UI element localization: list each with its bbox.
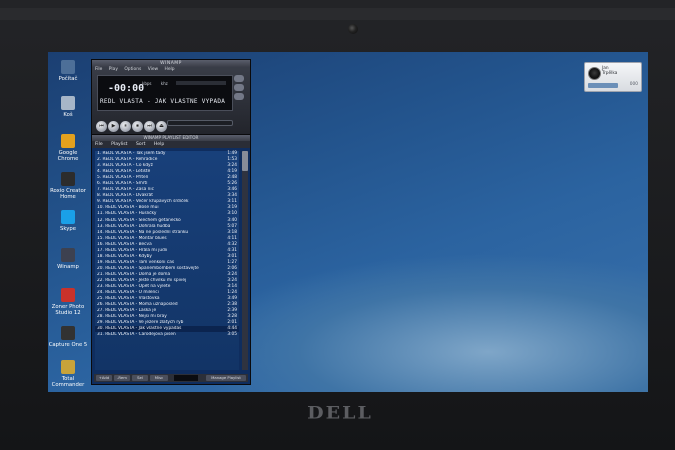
- play-button[interactable]: ▶: [108, 121, 119, 132]
- winamp-main-window[interactable]: WINAMP File Play Options View Help -00:0…: [91, 59, 251, 136]
- user-tile-widget[interactable]: Jan Trpělka 000: [584, 62, 642, 92]
- winamp-menu-file[interactable]: File: [95, 67, 102, 72]
- winamp-menu-view[interactable]: View: [148, 67, 158, 72]
- roxio-icon: [61, 172, 75, 186]
- winamp-menu-play[interactable]: Play: [109, 67, 118, 72]
- winamp-seek-bar[interactable]: [167, 120, 233, 126]
- desktop-icon-label: Zoner Photo Studio 12: [51, 304, 85, 317]
- playlist-add-button[interactable]: +Add: [96, 375, 112, 381]
- stop-button[interactable]: ⏹: [132, 121, 143, 132]
- playlist-misc-button[interactable]: Misc: [150, 375, 168, 381]
- winamp-eq-toggle[interactable]: [234, 75, 244, 82]
- bezel-top-edge: [0, 8, 675, 20]
- desktop-icon-label: Capture One 5: [48, 342, 88, 348]
- track-title: 31. REDL VLASTA - Carodejova pisen: [97, 332, 176, 338]
- playlist-time-display: [174, 375, 198, 381]
- desktop-icon-zoner[interactable]: Zoner Photo Studio 12: [48, 288, 88, 316]
- desktop-icon-total-commander[interactable]: Total Commander: [48, 360, 88, 388]
- capture-one-icon: [61, 326, 75, 340]
- winamp-kbps: kbps khz: [142, 81, 168, 86]
- playlist-menu-file[interactable]: File: [95, 142, 103, 147]
- winamp-side-buttons: [234, 75, 246, 102]
- playlist-track-list: 1. REDL VLASTA - Tak jsem tady 1:49 2. RED…: [95, 151, 239, 370]
- winamp-menu-bar: File Play Options View Help: [92, 67, 250, 73]
- winamp-kbps-label: kbps: [142, 81, 152, 86]
- winamp-display: -00:00 kbps khz REDL VLASTA - JAK VLASTN…: [97, 75, 233, 111]
- playlist-menu-help[interactable]: Help: [154, 142, 164, 147]
- desktop-icon-label: Winamp: [57, 264, 79, 270]
- playlist-menu-sort[interactable]: Sort: [136, 142, 145, 147]
- user-count: 000: [629, 82, 638, 87]
- desktop-icon-recycle-bin[interactable]: Koš: [48, 96, 88, 118]
- desktop-icon-winamp[interactable]: Winamp: [48, 248, 88, 270]
- winamp-playlist-window[interactable]: WINAMP PLAYLIST EDITOR File Playlist Sor…: [91, 134, 251, 385]
- desktop-icon-capture-one[interactable]: Capture One 5: [48, 326, 88, 348]
- desktop-icon-label: Total Commander: [51, 376, 85, 389]
- user-name: Jan Trpělka: [602, 66, 638, 76]
- playlist-menu-playlist[interactable]: Playlist: [111, 142, 127, 147]
- eject-button[interactable]: ⏏: [156, 121, 167, 132]
- webcam: [348, 24, 358, 34]
- computer-icon: [61, 60, 75, 74]
- desktop-icon-label: Roxio Creator Home: [50, 188, 86, 201]
- desktop-icon-skype[interactable]: Skype: [48, 210, 88, 232]
- next-button[interactable]: ⏭: [144, 121, 155, 132]
- playlist-remove-button[interactable]: -Rem: [114, 375, 130, 381]
- winamp-menu-options[interactable]: Options: [124, 67, 141, 72]
- winamp-khz-label: khz: [160, 81, 168, 86]
- chrome-icon: [61, 134, 75, 148]
- track-duration: 3:05: [227, 332, 237, 338]
- user-status-bar[interactable]: [588, 83, 618, 88]
- desktop-icon-label: Google Chrome: [57, 150, 79, 163]
- previous-button[interactable]: ⏮: [96, 121, 107, 132]
- winamp-title-bar[interactable]: WINAMP: [92, 60, 250, 67]
- desktop-icon-label: Skype: [60, 226, 76, 232]
- manage-playlist-button[interactable]: Manage Playlist: [206, 375, 246, 381]
- desktop-icon-chrome[interactable]: Google Chrome: [48, 134, 88, 162]
- skype-icon: [61, 210, 75, 224]
- laptop-brand-logo: DELL: [307, 403, 373, 423]
- pause-button[interactable]: ⏸: [120, 121, 131, 132]
- winamp-song-title: REDL VLASTA - JAK VLASTNE VYPADA: [100, 98, 226, 105]
- desktop: Počítač Koš Google Chrome Roxio Creator Hom…: [48, 52, 648, 392]
- playlist-bottom-bar: +Add -Rem Sel Misc Manage Playlist: [94, 374, 248, 382]
- desktop-icon-roxio[interactable]: Roxio Creator Home: [48, 172, 88, 200]
- winamp-transport-controls: ⏮ ▶ ⏸ ⏹ ⏭ ⏏: [96, 116, 168, 132]
- playlist-select-button[interactable]: Sel: [132, 375, 148, 381]
- winamp-icon: [61, 248, 75, 262]
- winamp-pl-toggle[interactable]: [234, 84, 244, 91]
- winamp-menu-help[interactable]: Help: [165, 67, 175, 72]
- winamp-shuffle-toggle[interactable]: [234, 93, 244, 100]
- playlist-row[interactable]: 31. REDL VLASTA - Carodejova pisen 3:05: [95, 332, 239, 338]
- desktop-icon-label: Počítač: [58, 76, 78, 82]
- total-commander-icon: [61, 360, 75, 374]
- winamp-time: -00:00: [108, 83, 145, 94]
- winamp-volume-slider[interactable]: [176, 81, 226, 85]
- avatar: [588, 67, 601, 80]
- zoner-icon: [61, 288, 75, 302]
- desktop-icon-label: Koš: [63, 112, 73, 118]
- playlist-menu-bar: File Playlist Sort Help: [92, 141, 250, 148]
- recycle-bin-icon: [61, 96, 75, 110]
- user-last-name: Trpělka: [602, 71, 618, 77]
- playlist-scrollbar[interactable]: [242, 151, 248, 370]
- playlist-scroll-thumb[interactable]: [242, 151, 248, 171]
- desktop-icon-computer[interactable]: Počítač: [48, 60, 88, 82]
